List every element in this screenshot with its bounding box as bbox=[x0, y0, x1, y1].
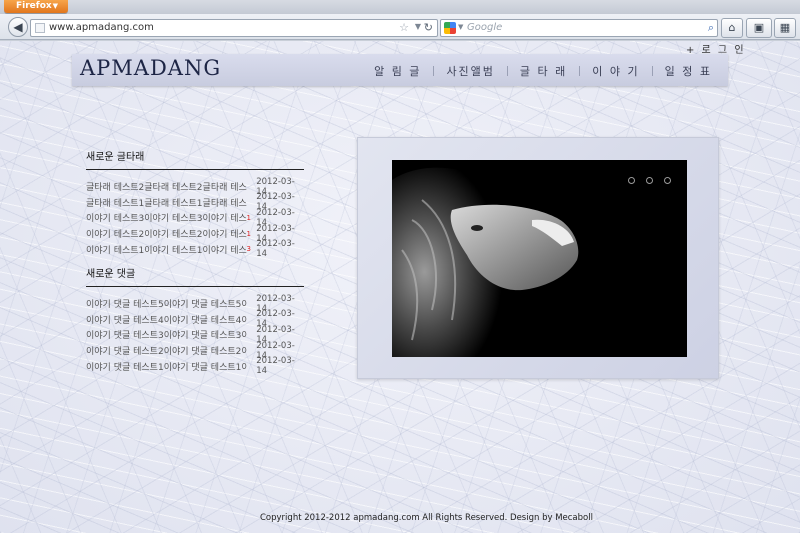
site-header: APMADANG 알 림 글 사진앨범 글 타 래 이 야 기 일 정 표 bbox=[72, 54, 728, 86]
back-button[interactable]: ◀ bbox=[8, 17, 28, 37]
post-title[interactable]: 글타래 테스트2글타래 테스트2글타래 테스트... bbox=[86, 180, 247, 193]
chevron-down-icon: ▼ bbox=[52, 2, 58, 10]
post-title[interactable]: 이야기 댓글 테스트5이야기 댓글 테스트5이... bbox=[86, 297, 247, 310]
slider-dot[interactable] bbox=[664, 177, 671, 184]
image-slider bbox=[357, 137, 719, 379]
site-identity-icon[interactable] bbox=[35, 23, 45, 33]
slider-dot[interactable] bbox=[628, 177, 635, 184]
browser-titlebar: Firefox ▼ bbox=[0, 0, 800, 14]
post-title[interactable]: 이야기 테스트1이야기 테스트1이야기 테스트... bbox=[86, 243, 247, 256]
post-title[interactable]: 이야기 댓글 테스트1이야기 댓글 테스트1이... bbox=[86, 360, 247, 373]
nav-divider bbox=[506, 66, 508, 76]
nav-divider bbox=[579, 66, 581, 76]
slider-image[interactable] bbox=[392, 160, 687, 357]
nav-item-threads[interactable]: 글 타 래 bbox=[520, 63, 567, 79]
section-title: 새로운 댓글 bbox=[86, 265, 304, 287]
post-title[interactable]: 이야기 댓글 테스트4이야기 댓글 테스트4이... bbox=[86, 313, 247, 326]
page-viewport: + 로 그 인 APMADANG 알 림 글 사진앨범 글 타 래 이 야 기 … bbox=[0, 41, 800, 533]
comment-count: 1 bbox=[246, 229, 252, 238]
post-title[interactable]: 이야기 댓글 테스트3이야기 댓글 테스트3이... bbox=[86, 328, 247, 341]
post-title[interactable]: 이야기 댓글 테스트2이야기 댓글 테스트2이... bbox=[86, 344, 247, 357]
bookmarks-menu-button[interactable]: ▣ bbox=[746, 18, 772, 38]
post-list: 글타래 테스트2글타래 테스트2글타래 테스트... 2012-03-14 글타래… bbox=[86, 177, 304, 260]
search-icon[interactable]: ⌕ bbox=[708, 21, 714, 35]
new-comments-section: 새로운 댓글 이야기 댓글 테스트5이야기 댓글 테스트5이... 2012-03… bbox=[86, 265, 304, 377]
grid-icon: ▦ bbox=[779, 21, 791, 34]
google-engine-icon[interactable] bbox=[444, 22, 456, 34]
firefox-menu-label: Firefox bbox=[16, 1, 52, 11]
site-logo[interactable]: APMADANG bbox=[80, 56, 221, 80]
post-date: 2012-03-14 bbox=[256, 356, 295, 377]
site-footer: Copyright 2012-2012 apmadang.com All Rig… bbox=[260, 513, 593, 523]
post-date: 2012-03-14 bbox=[256, 239, 295, 260]
list-item[interactable]: 이야기 테스트1이야기 테스트1이야기 테스트... 3 2012-03-14 bbox=[86, 239, 304, 260]
main-nav: 알 림 글 사진앨범 글 타 래 이 야 기 일 정 표 bbox=[374, 63, 712, 79]
url-bar[interactable]: www.apmadang.com ☆ ▼ ↻ bbox=[30, 19, 438, 37]
comment-count: 3 bbox=[246, 245, 252, 254]
nav-divider bbox=[651, 66, 653, 76]
nav-item-notice[interactable]: 알 림 글 bbox=[374, 63, 421, 79]
nav-divider bbox=[433, 66, 435, 76]
nav-item-photo-album[interactable]: 사진앨범 bbox=[446, 63, 494, 79]
back-arrow-icon: ◀ bbox=[13, 20, 23, 34]
url-text[interactable]: www.apmadang.com bbox=[49, 22, 154, 33]
history-dropdown-icon[interactable]: ▼ bbox=[415, 22, 421, 31]
section-title: 새로운 글타래 bbox=[86, 148, 304, 170]
comment-count: 1 bbox=[246, 213, 252, 222]
lion-photo bbox=[392, 160, 687, 357]
slider-pagination bbox=[628, 177, 671, 184]
search-bar[interactable]: ▼ Google ⌕ bbox=[440, 19, 718, 37]
engine-dropdown-icon[interactable]: ▼ bbox=[458, 23, 463, 31]
post-title[interactable]: 글타래 테스트1글타래 테스트1글타래 테스트... bbox=[86, 196, 247, 209]
search-placeholder[interactable]: Google bbox=[467, 22, 502, 33]
browser-navbar: ◀ www.apmadang.com ☆ ▼ ↻ ▼ Google ⌕ ⌂ ▣ … bbox=[0, 14, 800, 40]
nav-item-stories[interactable]: 이 야 기 bbox=[592, 63, 639, 79]
bookmark-star-icon[interactable]: ☆ bbox=[399, 21, 409, 34]
list-item[interactable]: 이야기 댓글 테스트1이야기 댓글 테스트1이... 2012-03-14 bbox=[86, 356, 304, 377]
post-title[interactable]: 이야기 테스트2이야기 테스트2이야기 테스트... bbox=[86, 227, 247, 240]
home-button[interactable]: ⌂ bbox=[721, 18, 743, 38]
reload-icon[interactable]: ↻ bbox=[424, 21, 433, 34]
slider-dot[interactable] bbox=[646, 177, 653, 184]
home-icon: ⌂ bbox=[728, 21, 736, 34]
post-list: 이야기 댓글 테스트5이야기 댓글 테스트5이... 2012-03-14 이야기… bbox=[86, 294, 304, 377]
tab-groups-button[interactable]: ▦ bbox=[774, 18, 796, 38]
nav-item-schedule[interactable]: 일 정 표 bbox=[665, 63, 712, 79]
bookmarks-icon: ▣ bbox=[753, 21, 765, 34]
post-title[interactable]: 이야기 테스트3이야기 테스트3이야기 테스트... bbox=[86, 211, 247, 224]
firefox-menu-button[interactable]: Firefox ▼ bbox=[4, 0, 68, 13]
new-threads-section: 새로운 글타래 글타래 테스트2글타래 테스트2글타래 테스트... 2012-0… bbox=[86, 148, 304, 260]
